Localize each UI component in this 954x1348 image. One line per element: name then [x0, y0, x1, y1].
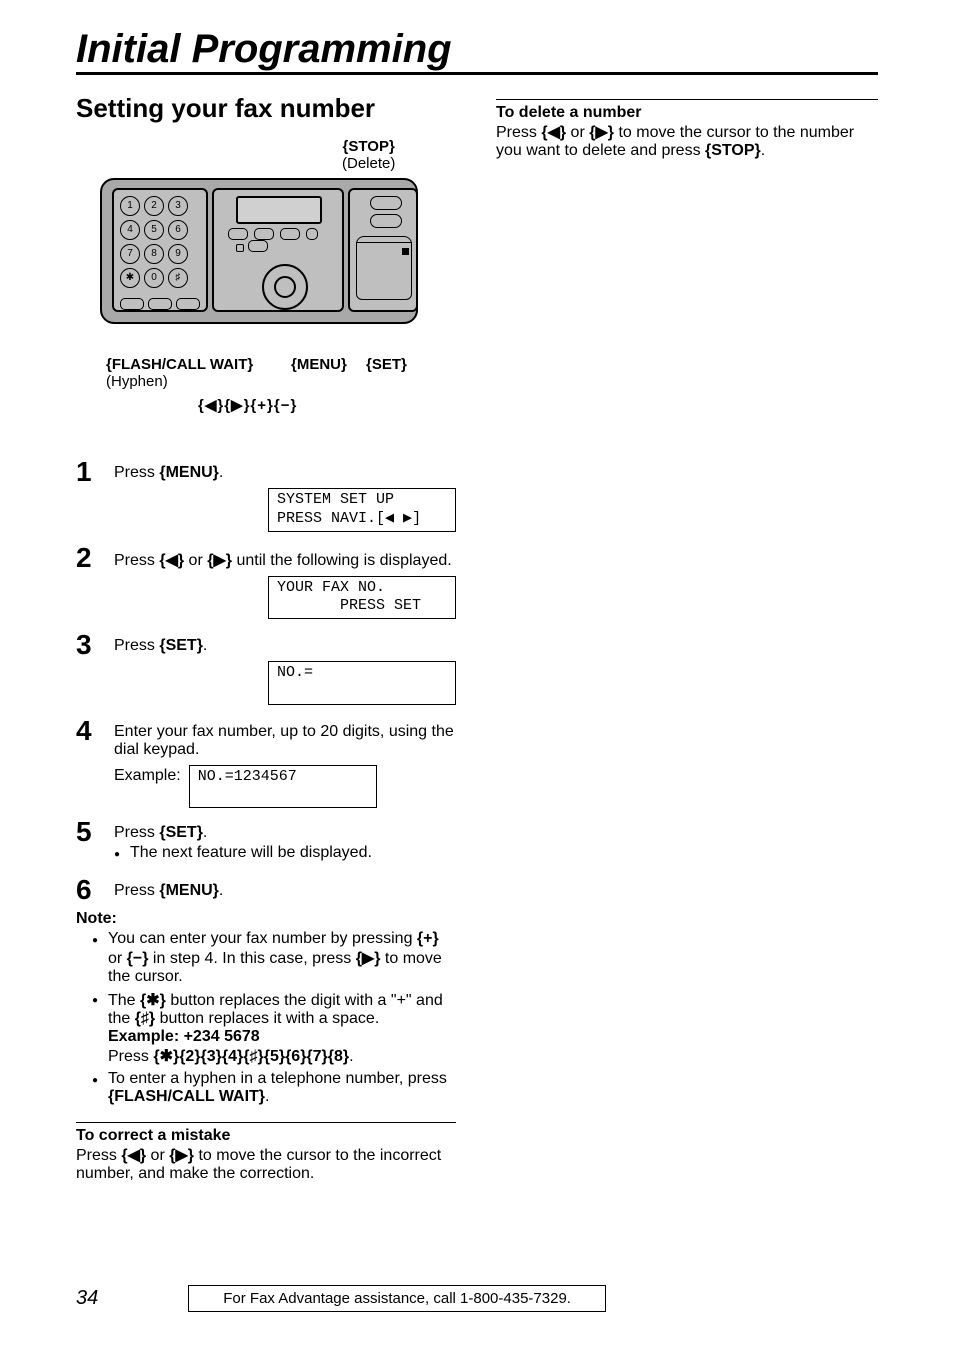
keypad-btn: 8	[144, 244, 164, 264]
footer-box: For Fax Advantage assistance, call 1-800…	[188, 1285, 606, 1312]
stop-key-sub: (Delete)	[342, 155, 395, 172]
columns: Setting your fax number {STOP} (Delete) …	[76, 93, 878, 1183]
example-label: Example:	[114, 767, 181, 785]
step5-text-b: .	[203, 824, 207, 841]
step6-text-b: .	[219, 882, 223, 899]
step-4: 4 Enter your fax number, up to 20 digits…	[76, 717, 456, 809]
note-heading: Note:	[76, 910, 456, 928]
keypad-btn: 6	[168, 220, 188, 240]
keypad-grid: 1 2 3 4 5 6 7 8 9 ✱ 0 ♯	[120, 196, 200, 310]
step-number: 4	[76, 717, 114, 745]
note-example-label: Example: +234 5678	[108, 1028, 260, 1045]
lcd-display: SYSTEM SET UP PRESS NAVI.[◀ ▶]	[268, 488, 456, 532]
keypad-btn: 7	[120, 244, 140, 264]
step-number: 6	[76, 876, 114, 904]
left-key: {◀}	[159, 552, 184, 569]
keypad-btn: 3	[168, 196, 188, 216]
nav-keys-callout: {◀}{▶}{+}{−}	[198, 396, 297, 414]
step-3: 3 Press {SET}. NO.=	[76, 631, 456, 707]
keypad-btn: 5	[144, 220, 164, 240]
callout-menu: {MENU}	[291, 356, 347, 373]
note-list: You can enter your fax number by pressin…	[92, 930, 456, 1106]
correct-text: Press {◀} or {▶} to move the cursor to t…	[76, 1145, 456, 1183]
flash-key-sub: (Hyphen)	[106, 373, 253, 390]
step-5: 5 Press {SET}. The next feature will be …	[76, 818, 456, 866]
page-footer: 34 For Fax Advantage assistance, call 1-…	[76, 1285, 878, 1312]
step3-text-a: Press	[114, 637, 159, 654]
lcd-display: YOUR FAX NO. PRESS SET	[268, 576, 456, 620]
page: Initial Programming Setting your fax num…	[0, 0, 954, 1348]
section-title: Setting your fax number	[76, 93, 456, 124]
stop-key-label: {STOP}	[343, 138, 395, 155]
step2-text-b: until the following is displayed.	[232, 552, 452, 569]
step-2: 2 Press {◀} or {▶} until the following i…	[76, 544, 456, 622]
callout-set: {SET}	[366, 356, 407, 373]
note-item: You can enter your fax number by pressin…	[92, 930, 456, 986]
step3-text-b: .	[203, 637, 207, 654]
right-column: To delete a number Press {◀} or {▶} to m…	[496, 93, 878, 1183]
menu-key: {MENU}	[159, 882, 219, 899]
step-number: 5	[76, 818, 114, 846]
step4-text: Enter your fax number, up to 20 digits, …	[114, 723, 454, 758]
correct-heading: To correct a mistake	[76, 1127, 456, 1145]
keypad-btn: 9	[168, 244, 188, 264]
lcd-display: NO.=	[268, 661, 456, 705]
keypad-btn: 2	[144, 196, 164, 216]
step5-bullet: The next feature will be displayed.	[114, 844, 456, 862]
note-item: To enter a hyphen in a telephone number,…	[92, 1070, 456, 1106]
step1-text-a: Press	[114, 464, 159, 481]
flash-key-label: {FLASH/CALL WAIT}	[106, 356, 253, 373]
keypad-btn: 4	[120, 220, 140, 240]
step1-text-b: .	[219, 464, 223, 481]
keypad-btn: ♯	[168, 268, 188, 288]
delete-text: Press {◀} or {▶} to move the cursor to t…	[496, 122, 878, 160]
step-1: 1 Press {MENU}. SYSTEM SET UP PRESS NAVI…	[76, 458, 456, 534]
step2-text-mid: or	[184, 552, 207, 569]
callout-flash: {FLASH/CALL WAIT} (Hyphen)	[106, 356, 253, 390]
menu-key: {MENU}	[159, 464, 219, 481]
keypad-btn: ✱	[120, 268, 140, 288]
right-key: {▶}	[207, 552, 232, 569]
keypad-btn: 0	[144, 268, 164, 288]
set-key: {SET}	[159, 824, 203, 841]
note-item: The {✱} button replaces the digit with a…	[92, 990, 456, 1066]
step-6: 6 Press {MENU}.	[76, 876, 456, 904]
device-drawing: 1 2 3 4 5 6 7 8 9 ✱ 0 ♯	[100, 178, 418, 338]
page-number: 34	[76, 1287, 98, 1310]
step-number: 2	[76, 544, 114, 572]
keypad-btn: 1	[120, 196, 140, 216]
callout-stop: {STOP} (Delete)	[342, 138, 395, 172]
set-key: {SET}	[159, 637, 203, 654]
delete-heading: To delete a number	[496, 104, 878, 122]
chapter-title: Initial Programming	[76, 28, 878, 75]
step6-text-a: Press	[114, 882, 159, 899]
step-number: 3	[76, 631, 114, 659]
step5-text-a: Press	[114, 824, 159, 841]
key-sequence: {✱}{2}{3}{4}{♯}{5}{6}{7}{8}	[153, 1048, 349, 1065]
step2-text-a: Press	[114, 552, 159, 569]
device-illustration: {STOP} (Delete) 1 2 3 4 5 6 7	[76, 138, 456, 448]
step-number: 1	[76, 458, 114, 486]
lcd-display: NO.=1234567	[189, 765, 377, 809]
left-column: Setting your fax number {STOP} (Delete) …	[76, 93, 456, 1183]
